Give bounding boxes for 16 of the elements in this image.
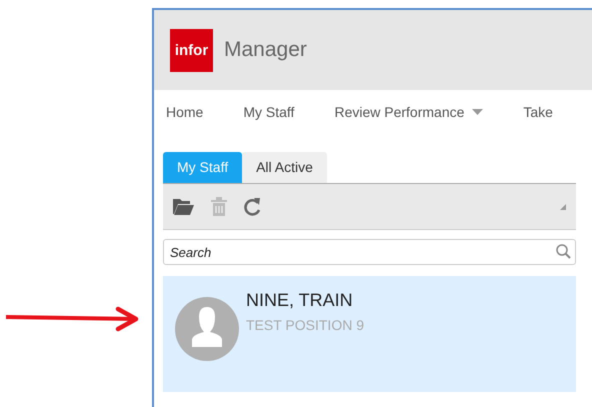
nav-item[interactable]: Review Performance: [334, 104, 484, 120]
staff-position: TEST POSITION 9: [246, 317, 364, 333]
search-field[interactable]: Search: [163, 239, 576, 265]
caret-icon: [472, 109, 484, 115]
avatar-icon: [175, 297, 239, 361]
staff-name: NINE, TRAIN: [246, 290, 354, 311]
tab[interactable]: All Active: [242, 152, 327, 183]
logo-badge: infor: [170, 28, 213, 72]
staff-list-item[interactable]: NINE, TRAIN TEST POSITION 9: [163, 276, 576, 392]
search-icon: [556, 244, 571, 259]
app-title: Manager: [224, 38, 307, 62]
nav-item[interactable]: Home: [166, 104, 204, 120]
folder-icon[interactable]: [173, 198, 194, 215]
nav-item[interactable]: My Staff: [243, 104, 294, 120]
nav-item[interactable]: Take: [523, 104, 553, 120]
refresh-icon[interactable]: [244, 197, 262, 216]
